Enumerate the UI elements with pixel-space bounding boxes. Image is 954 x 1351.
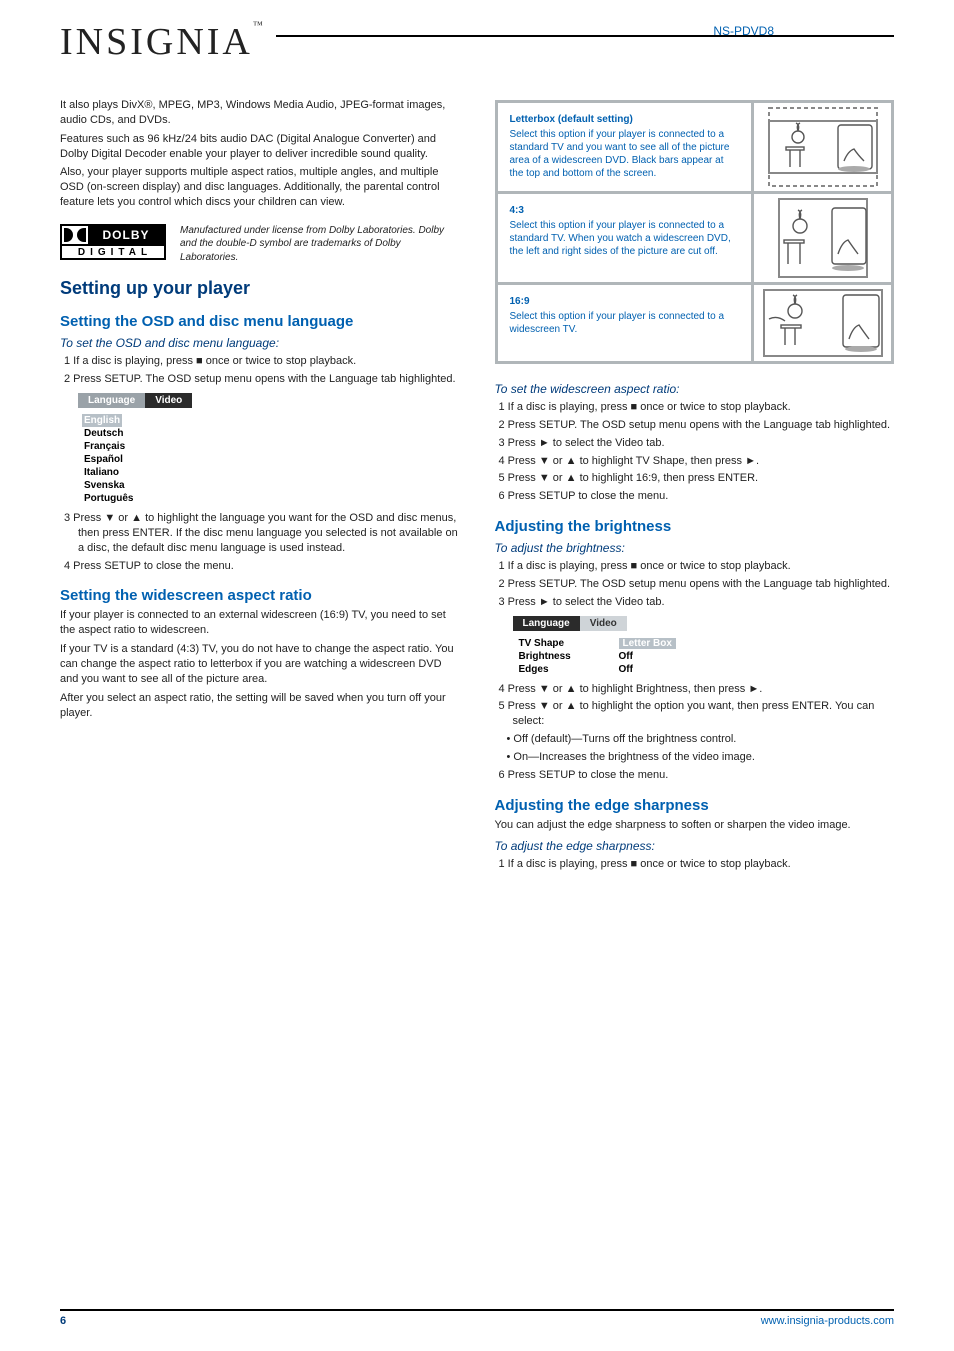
osd-lang-item-english: English xyxy=(82,414,122,427)
fireplace-letterbox-icon xyxy=(768,107,878,187)
bright-intro: To adjust the brightness: xyxy=(495,541,895,555)
heading-brightness: Adjusting the brightness xyxy=(495,518,895,535)
osd-lang-item-deutsch: Deutsch xyxy=(82,427,248,440)
aspect-text-letterbox: Select this option if your player is con… xyxy=(510,129,730,179)
edge-step-1: 1 If a disc is playing, press ■ once or … xyxy=(513,857,895,872)
aspect-text-4-3: Select this option if your player is con… xyxy=(510,220,731,257)
osd-tab-video-2: Video xyxy=(580,616,627,631)
osd-video-val-tvshape: Letter Box xyxy=(619,638,676,649)
brand-tm: ™ xyxy=(253,20,266,31)
bright-bullet-on: • On—Increases the brightness of the vid… xyxy=(517,750,895,765)
bright-step-5: 5 Press ▼ or ▲ to highlight the option y… xyxy=(513,699,895,729)
ws-step-4: 4 Press ▼ or ▲ to highlight TV Shape, th… xyxy=(513,454,895,469)
osd-language-menu-screenshot: Language Video English Deutsch Français … xyxy=(78,393,248,505)
osd-video-val-brightness: Off xyxy=(619,651,633,662)
intro-paragraph-2: Features such as 96 kHz/24 bits audio DA… xyxy=(60,132,460,162)
aspect-row-letterbox: Letterbox (default setting) Select this … xyxy=(498,103,892,191)
bright-step-4: 4 Press ▼ or ▲ to highlight Brightness, … xyxy=(513,682,895,697)
aspect-body-1: If your player is connected to an extern… xyxy=(60,608,460,638)
aspect-body-2: If your TV is a standard (4:3) TV, you d… xyxy=(60,642,460,687)
page-footer: 6 www.insignia-products.com xyxy=(60,1309,894,1327)
bright-step-3: 3 Press ► to select the Video tab. xyxy=(513,595,895,610)
aspect-desc-4-3: 4:3 Select this option if your player is… xyxy=(498,194,752,282)
fireplace-16-9-icon xyxy=(763,289,883,357)
aspect-img-16-9 xyxy=(751,285,891,361)
osd-lang-item-portugues: Português xyxy=(82,492,248,505)
osd-lang-item-espanol: Español xyxy=(82,453,248,466)
bright-step-2: 2 Press SETUP. The OSD setup menu opens … xyxy=(513,577,895,592)
osd-tab-language-2: Language xyxy=(513,616,580,631)
dolby-digital-logo: DOLBY DIGITAL xyxy=(60,224,166,260)
osd-tab-video: Video xyxy=(145,393,192,408)
page-number: 6 xyxy=(60,1315,66,1327)
dolby-digital-word: DIGITAL xyxy=(60,246,166,260)
osd-lang-intro: To set the OSD and disc menu language: xyxy=(60,336,460,350)
osd-lang-step-1: 1 If a disc is playing, press ■ once or … xyxy=(78,354,460,369)
osd-lang-item-francais: Français xyxy=(82,440,248,453)
heading-osd-language: Setting the OSD and disc menu language xyxy=(60,313,460,330)
fireplace-4-3-icon xyxy=(778,198,868,278)
heading-setting-up: Setting up your player xyxy=(60,278,460,299)
aspect-img-4-3 xyxy=(751,194,891,282)
osd-video-label-edges: Edges xyxy=(519,664,589,675)
aspect-row-16-9: 16:9 Select this option if your player i… xyxy=(498,282,892,361)
model-number: NS-PDVD8 xyxy=(713,24,774,38)
footer-url: www.insignia-products.com xyxy=(761,1315,894,1327)
header-rule xyxy=(276,35,894,37)
aspect-title-letterbox: Letterbox (default setting) xyxy=(510,113,740,126)
aspect-ratio-table: Letterbox (default setting) Select this … xyxy=(495,100,895,364)
dolby-word: DOLBY xyxy=(88,226,164,244)
intro-paragraph-1: It also plays DivX®, MPEG, MP3, Windows … xyxy=(60,98,460,128)
ws-step-1: 1 If a disc is playing, press ■ once or … xyxy=(513,400,895,415)
aspect-row-4-3: 4:3 Select this option if your player is… xyxy=(498,191,892,282)
osd-video-label-brightness: Brightness xyxy=(519,651,589,662)
osd-video-menu-screenshot: Language Video TV Shape Letter Box Brigh… xyxy=(513,616,713,676)
edge-paragraph: You can adjust the edge sharpness to sof… xyxy=(495,818,895,833)
bright-step-1: 1 If a disc is playing, press ■ once or … xyxy=(513,559,895,574)
osd-lang-step-3: 3 Press ▼ or ▲ to highlight the language… xyxy=(78,511,460,556)
osd-tab-language: Language xyxy=(78,393,145,408)
edge-intro: To adjust the edge sharpness: xyxy=(495,839,895,853)
osd-lang-item-italiano: Italiano xyxy=(82,466,248,479)
dolby-double-d-icon xyxy=(62,226,88,244)
heading-aspect-ratio: Setting the widescreen aspect ratio xyxy=(60,587,460,604)
ws-step-2: 2 Press SETUP. The OSD setup menu opens … xyxy=(513,418,895,433)
ws-step-5: 5 Press ▼ or ▲ to highlight 16:9, then p… xyxy=(513,471,895,486)
aspect-title-16-9: 16:9 xyxy=(510,295,740,308)
aspect-desc-letterbox: Letterbox (default setting) Select this … xyxy=(498,103,752,191)
bright-bullet-off: • Off (default)—Turns off the brightness… xyxy=(517,732,895,747)
osd-lang-item-svenska: Svenska xyxy=(82,479,248,492)
aspect-img-letterbox xyxy=(751,103,891,191)
osd-video-row-tvshape: TV Shape Letter Box xyxy=(517,637,713,650)
brand-logo: INSIGNIA™ xyxy=(60,20,266,64)
aspect-title-4-3: 4:3 xyxy=(510,204,740,217)
brand-logo-text: INSIGNIA xyxy=(60,21,253,63)
osd-video-label-tvshape: TV Shape xyxy=(519,638,589,649)
osd-video-row-brightness: Brightness Off xyxy=(517,650,713,663)
ws-step-3: 3 Press ► to select the Video tab. xyxy=(513,436,895,451)
osd-video-row-edges: Edges Off xyxy=(517,663,713,676)
osd-lang-step-2: 2 Press SETUP. The OSD setup menu opens … xyxy=(78,372,460,387)
aspect-text-16-9: Select this option if your player is con… xyxy=(510,311,725,335)
ws-step-6: 6 Press SETUP to close the menu. xyxy=(513,489,895,504)
intro-paragraph-3: Also, your player supports multiple aspe… xyxy=(60,165,460,210)
bright-step-6: 6 Press SETUP to close the menu. xyxy=(513,768,895,783)
heading-edge-sharpness: Adjusting the edge sharpness xyxy=(495,797,895,814)
ws-intro: To set the widescreen aspect ratio: xyxy=(495,382,895,396)
aspect-desc-16-9: 16:9 Select this option if your player i… xyxy=(498,285,752,361)
osd-lang-step-4: 4 Press SETUP to close the menu. xyxy=(78,559,460,574)
osd-video-val-edges: Off xyxy=(619,664,633,675)
dolby-license-note: Manufactured under license from Dolby La… xyxy=(180,224,460,265)
aspect-body-3: After you select an aspect ratio, the se… xyxy=(60,691,460,721)
